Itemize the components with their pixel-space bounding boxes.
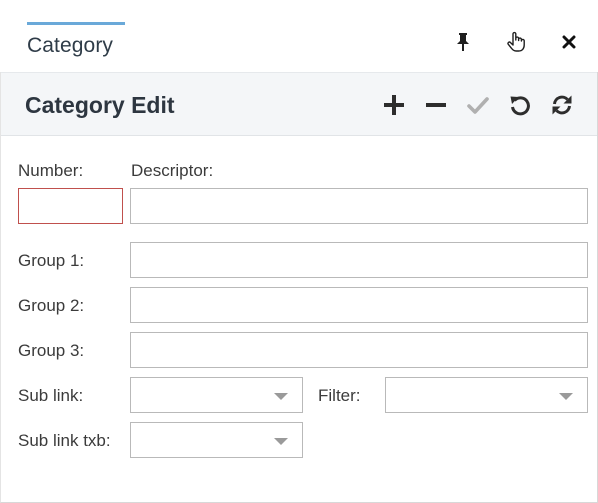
chevron-down-icon xyxy=(274,393,288,400)
number-input[interactable] xyxy=(18,188,123,224)
group1-label: Group 1: xyxy=(18,251,85,270)
chevron-down-icon xyxy=(274,438,288,445)
descriptor-label: Descriptor: xyxy=(131,161,214,180)
tab-bar: Category xyxy=(0,0,598,72)
tab-actions xyxy=(423,30,582,54)
section-title: Category Edit xyxy=(25,92,175,118)
refresh-icon xyxy=(552,95,572,115)
descriptor-input[interactable] xyxy=(130,188,588,224)
save-button[interactable] xyxy=(464,91,492,119)
section-header: Category Edit xyxy=(1,72,597,136)
group3-input[interactable] xyxy=(130,332,588,368)
undo-button[interactable] xyxy=(506,91,534,119)
filter-dropdown[interactable] xyxy=(385,377,588,413)
group2-label: Group 2: xyxy=(18,296,85,315)
tab-category[interactable]: Category xyxy=(27,20,125,72)
close-button[interactable] xyxy=(556,30,582,54)
group3-label: Group 3: xyxy=(18,341,85,360)
check-icon xyxy=(467,97,489,114)
select-hand-button[interactable] xyxy=(503,30,529,54)
chevron-down-icon xyxy=(559,393,573,400)
filter-label: Filter: xyxy=(318,386,361,405)
tab-label: Category xyxy=(27,34,114,57)
add-icon xyxy=(384,95,404,115)
remove-icon xyxy=(426,103,446,107)
sub-link-dropdown[interactable] xyxy=(130,377,303,413)
sub-link-label: Sub link: xyxy=(18,386,84,405)
refresh-button[interactable] xyxy=(548,91,576,119)
tab-active-indicator xyxy=(27,22,125,25)
group1-input[interactable] xyxy=(130,242,588,278)
close-icon xyxy=(562,35,576,49)
sub-link-txb-label: Sub link txb: xyxy=(18,431,111,450)
remove-button[interactable] xyxy=(422,91,450,119)
add-button[interactable] xyxy=(380,91,408,119)
sub-link-txb-dropdown[interactable] xyxy=(130,422,303,458)
group2-input[interactable] xyxy=(130,287,588,323)
pin-button[interactable] xyxy=(450,30,476,54)
hand-pointer-icon xyxy=(507,31,525,52)
pin-icon xyxy=(457,33,469,51)
undo-icon xyxy=(510,96,530,116)
number-label: Number: xyxy=(18,161,84,180)
